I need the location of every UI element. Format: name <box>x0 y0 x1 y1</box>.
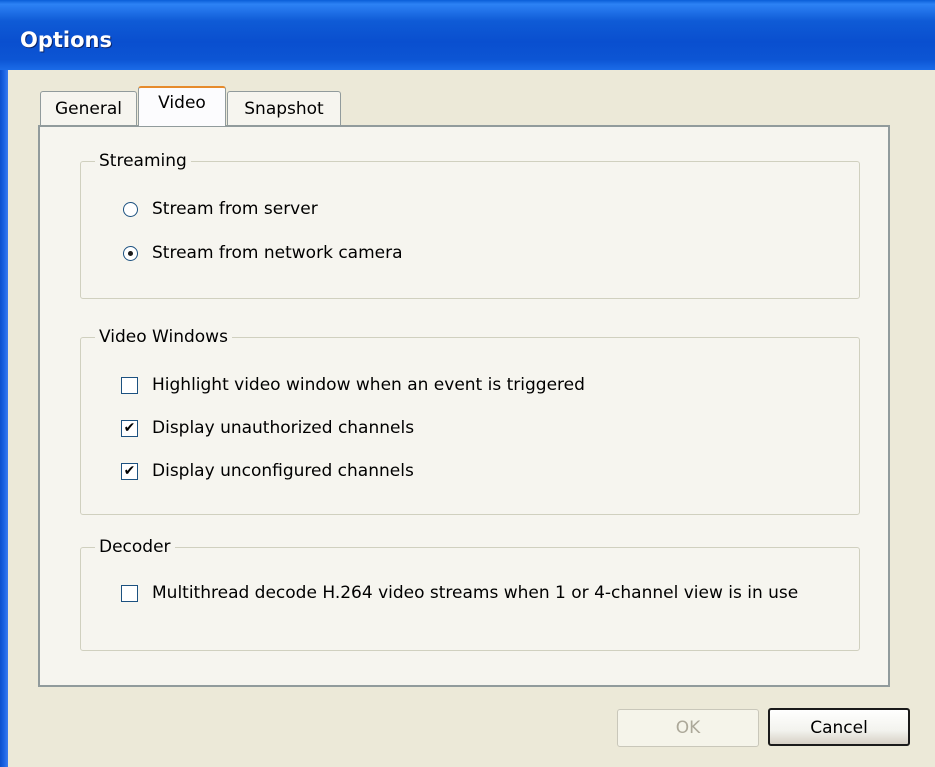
display-unconfigured-channels-checkbox[interactable]: ✔ Display unconfigured channels <box>121 460 414 482</box>
stream-from-server-label: Stream from server <box>152 199 318 219</box>
stream-from-network-camera-radio[interactable]: Stream from network camera <box>123 242 403 264</box>
streaming-group: Streaming Stream from server Stream from… <box>80 150 860 299</box>
highlight-video-window-label: Highlight video window when an event is … <box>152 375 585 395</box>
video-windows-group: Video Windows Highlight video window whe… <box>80 326 860 515</box>
display-unauthorized-channels-checkbox[interactable]: ✔ Display unauthorized channels <box>121 417 414 439</box>
checkbox-unchecked-icon[interactable] <box>121 584 138 602</box>
radio-unselected-icon[interactable] <box>123 202 138 217</box>
tab-panel-video: Streaming Stream from server Stream from… <box>38 125 890 687</box>
cancel-button-label: Cancel <box>810 718 868 738</box>
checkbox-checked-icon[interactable]: ✔ <box>121 463 138 480</box>
tab-snapshot-label: Snapshot <box>244 99 324 119</box>
display-unauthorized-channels-label: Display unauthorized channels <box>152 418 415 438</box>
checkbox-unchecked-icon[interactable] <box>121 377 138 394</box>
display-unconfigured-channels-label: Display unconfigured channels <box>152 461 414 481</box>
ok-button[interactable]: OK <box>617 709 759 747</box>
stream-from-server-radio[interactable]: Stream from server <box>123 198 318 220</box>
multithread-decode-checkbox[interactable]: Multithread decode H.264 video streams w… <box>121 582 821 604</box>
tab-video-label: Video <box>158 93 206 113</box>
window-title: Options <box>20 28 112 52</box>
tab-snapshot[interactable]: Snapshot <box>227 91 341 125</box>
radio-selected-icon[interactable] <box>123 246 138 261</box>
window-frame-left <box>0 70 8 767</box>
checkbox-checked-icon[interactable]: ✔ <box>121 420 138 437</box>
multithread-decode-label: Multithread decode H.264 video streams w… <box>152 583 799 603</box>
video-windows-group-label: Video Windows <box>95 326 232 348</box>
tab-general-label: General <box>55 99 122 119</box>
stream-from-network-camera-label: Stream from network camera <box>152 243 403 263</box>
options-dialog: Options General Video Snapshot Streaming… <box>0 0 935 767</box>
radio-dot-icon <box>128 251 133 256</box>
tab-video[interactable]: Video <box>138 86 226 126</box>
cancel-button[interactable]: Cancel <box>768 708 910 746</box>
tab-general[interactable]: General <box>40 91 137 125</box>
ok-button-label: OK <box>675 718 701 738</box>
streaming-group-label: Streaming <box>95 150 191 172</box>
highlight-video-window-checkbox[interactable]: Highlight video window when an event is … <box>121 374 585 396</box>
title-bar[interactable]: Options <box>0 0 935 70</box>
decoder-group-label: Decoder <box>95 536 175 558</box>
decoder-group: Decoder Multithread decode H.264 video s… <box>80 536 860 651</box>
